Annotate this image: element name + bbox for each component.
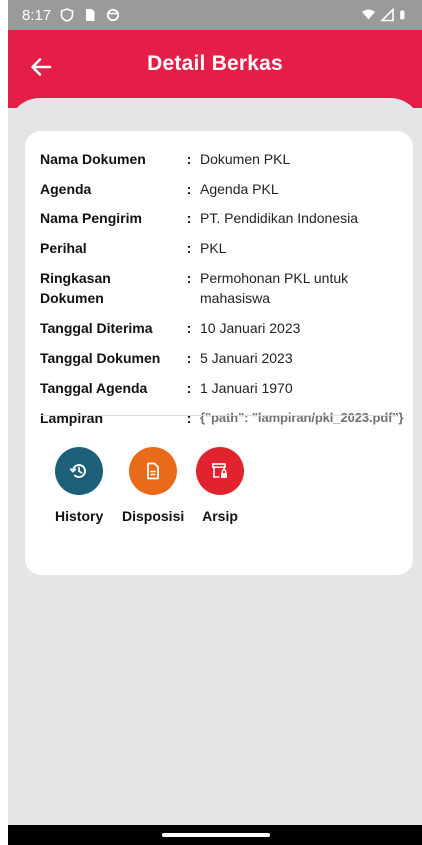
home-indicator[interactable] (162, 833, 270, 837)
cell-signal-icon (380, 8, 394, 22)
field-label: Agenda (40, 181, 92, 197)
field-value-attachment-link[interactable]: {"path": "lampiran/pkl_2023.pdf"} (200, 408, 413, 428)
field-label: Nama Dokumen (40, 151, 146, 167)
field-agenda: Agenda : Agenda PKL (40, 179, 413, 199)
field-tanggal-diterima: Tanggal Diterima : 10 Januari 2023 (40, 318, 413, 338)
status-bar: 8:17 (8, 0, 422, 30)
shield-icon (60, 8, 74, 22)
field-value: PKL (200, 240, 227, 256)
card-divider (41, 415, 397, 416)
field-separator: : (186, 270, 192, 286)
field-separator: : (186, 210, 192, 226)
field-ringkasan-dokumen: Ringkasan Dokumen : Permohonan PKL untuk… (40, 268, 413, 308)
arsip-label: Arsip (202, 508, 238, 524)
circle-status-icon (107, 8, 120, 22)
disposisi-circle (129, 447, 178, 495)
field-label: Perihal (40, 240, 87, 256)
field-separator: : (186, 240, 192, 256)
navigation-bar (8, 825, 422, 845)
field-separator: : (186, 151, 192, 167)
field-value: 5 Januari 2023 (200, 350, 293, 366)
field-label: Ringkasan Dokumen (40, 270, 111, 306)
disposisi-button[interactable]: Disposisi (122, 447, 184, 524)
field-nama-dokumen: Nama Dokumen : Dokumen PKL (40, 149, 413, 169)
sim-card-icon (86, 9, 95, 21)
field-separator: : (186, 410, 192, 426)
document-icon (147, 462, 160, 480)
phone-screen: 8:17 Detail Berkas Nama Dokumen: Dokume… (8, 0, 422, 845)
history-button[interactable]: History (55, 447, 103, 524)
page-title: Detail Berkas (147, 52, 283, 75)
disposisi-label: Disposisi (122, 508, 185, 524)
field-nama-pengirim: Nama Pengirim : PT. Pendidikan Indonesia (40, 208, 413, 228)
archive-icon (212, 463, 227, 478)
wifi-icon (362, 9, 375, 20)
field-tanggal-agenda: Tanggal Agenda : 1 Januari 1970 (40, 378, 413, 398)
field-value: PT. Pendidikan Indonesia (200, 210, 358, 226)
arsip-button[interactable]: Arsip (196, 447, 244, 524)
field-label: Tanggal Dokumen (40, 350, 161, 366)
field-label: Nama Pengirim (40, 210, 142, 226)
field-separator: : (186, 350, 192, 366)
field-value: 1 Januari 1970 (200, 380, 293, 396)
field-lampiran: Lampiran : {"path": "lampiran/pkl_2023.p… (40, 408, 413, 428)
field-tanggal-dokumen: Tanggal Dokumen : 5 Januari 2023 (40, 348, 413, 368)
content-area: Nama Dokumen : Dokumen PKL Agenda : Agen… (8, 98, 422, 825)
app-bar: Detail Berkas (8, 30, 422, 108)
field-separator: : (186, 181, 192, 197)
field-separator: : (186, 380, 192, 396)
field-label: Tanggal Agenda (40, 380, 148, 396)
battery-icon (400, 10, 405, 20)
history-label: History (55, 508, 104, 524)
arsip-circle (196, 447, 244, 495)
field-label: Lampiran (40, 410, 104, 426)
history-icon (69, 464, 87, 478)
field-label: Tanggal Diterima (40, 320, 153, 336)
field-perihal: Perihal : PKL (40, 238, 413, 258)
detail-card: Nama Dokumen : Dokumen PKL Agenda : Agen… (25, 131, 413, 575)
field-value: 10 Januari 2023 (200, 320, 301, 336)
field-separator: : (186, 320, 192, 336)
field-value: Permohonan PKL untuk mahasiswa (200, 270, 349, 306)
history-circle (55, 447, 104, 495)
field-value: Agenda PKL (200, 181, 279, 197)
status-time: 8:17 (22, 6, 52, 24)
field-value: Dokumen PKL (200, 151, 291, 167)
